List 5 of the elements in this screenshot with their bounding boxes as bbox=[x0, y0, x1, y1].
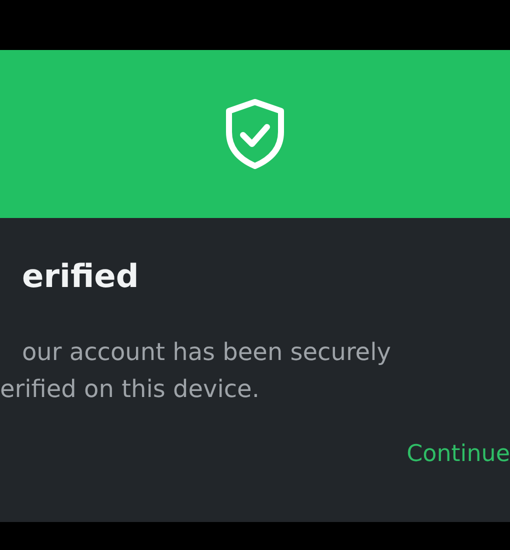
dialog-message: our account has been securely bbox=[21, 337, 392, 368]
shield-check-icon bbox=[224, 98, 286, 170]
dialog-message: erified on this device. bbox=[0, 374, 260, 405]
continue-button[interactable]: Continue bbox=[406, 436, 510, 472]
dialog-title: erified bbox=[21, 256, 140, 296]
